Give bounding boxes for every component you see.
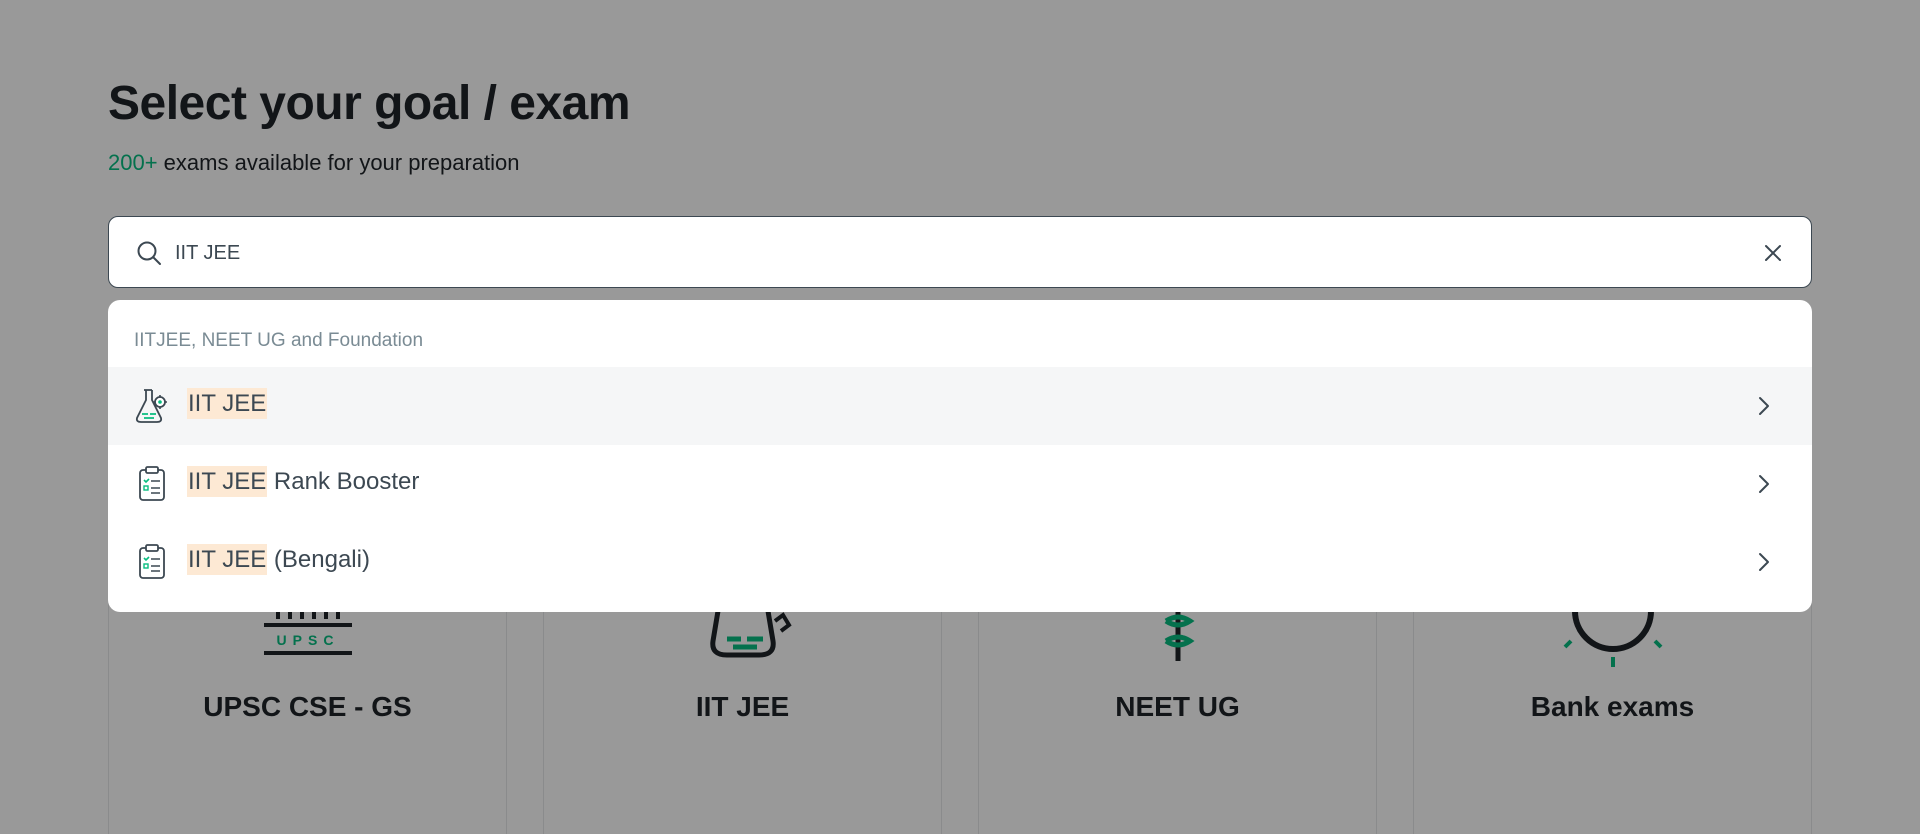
search-result-item[interactable]: IIT JEE xyxy=(108,367,1812,445)
close-icon[interactable] xyxy=(1761,241,1785,265)
results-group-label: IITJEE, NEET UG and Foundation xyxy=(134,330,424,351)
search-icon xyxy=(137,241,161,265)
chevron-right-icon xyxy=(1759,475,1769,493)
flask-gear-icon xyxy=(135,389,167,423)
result-label: IIT JEE Rank Booster xyxy=(187,466,420,497)
search-results-dropdown: IITJEE, NEET UG and Foundation IIT JEE I… xyxy=(108,300,1812,612)
search-box xyxy=(108,216,1812,288)
result-match-highlight: IIT JEE xyxy=(187,466,268,497)
result-label: IIT JEE xyxy=(187,388,268,419)
result-label: IIT JEE (Bengali) xyxy=(187,544,370,575)
search-result-item[interactable]: IIT JEE (Bengali) xyxy=(108,523,1812,601)
result-rest: (Bengali) xyxy=(267,546,370,573)
clipboard-checklist-icon xyxy=(139,544,165,579)
clipboard-checklist-icon xyxy=(139,466,165,501)
result-match-highlight: IIT JEE xyxy=(187,388,268,419)
result-rest: Rank Booster xyxy=(267,468,420,495)
result-match-highlight: IIT JEE xyxy=(187,544,268,575)
chevron-right-icon xyxy=(1759,553,1769,571)
page: Select your goal / exam 200+ exams avail… xyxy=(0,0,1920,834)
chevron-right-icon xyxy=(1759,397,1769,415)
search-result-item[interactable]: IIT JEE Rank Booster xyxy=(108,445,1812,523)
search-input[interactable] xyxy=(175,231,1715,275)
